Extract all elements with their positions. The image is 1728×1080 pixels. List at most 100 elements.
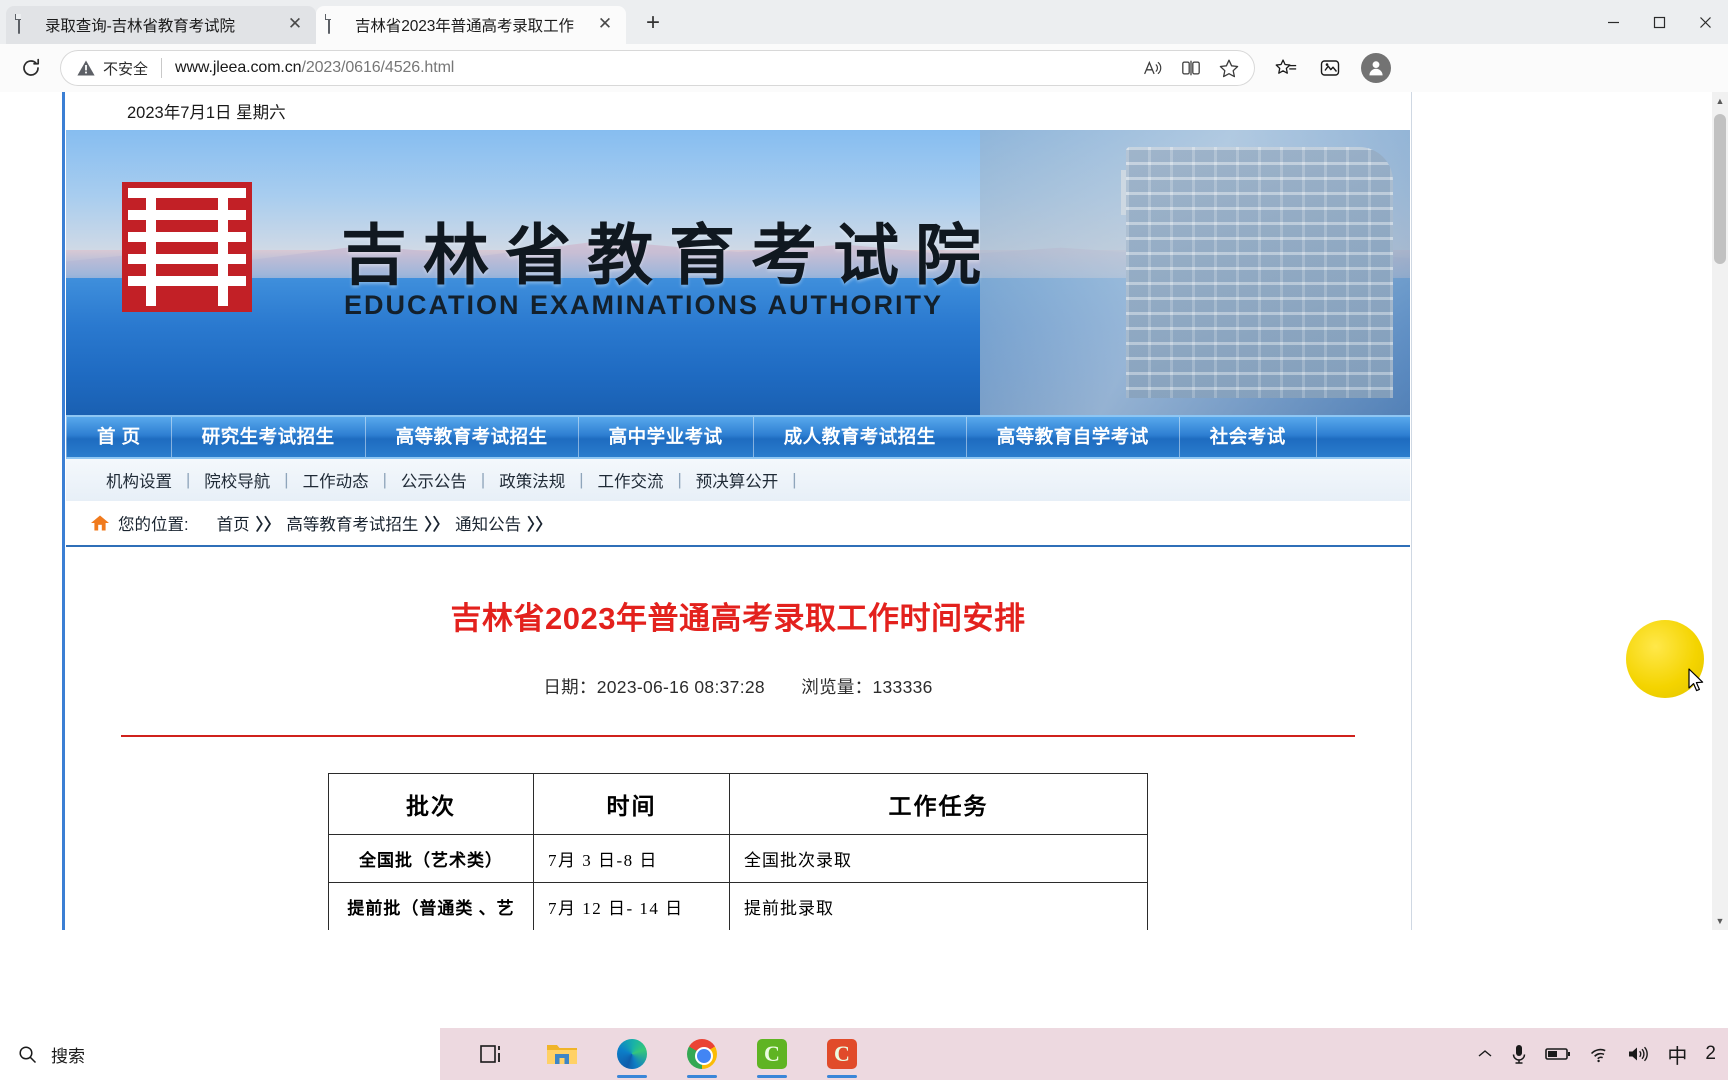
site-date-bar: 2023年7月1日 星期六 [65,92,1411,130]
chrome-icon [687,1039,717,1069]
nav-item-0[interactable]: 首 页 [66,417,172,457]
windows-taskbar: 搜索 C C 中 2 [0,1028,1728,1080]
scroll-down-arrow[interactable]: ▼ [1712,912,1728,930]
cell-task: 全国批次录取 [729,834,1148,883]
date-value: 2023-06-16 08:37:28 [596,677,765,697]
taskbar-microsoft-edge[interactable] [610,1032,654,1078]
taskbar-items: C C [470,1032,864,1078]
mic-icon[interactable] [1511,1043,1527,1065]
profile-icon[interactable] [1361,53,1391,83]
system-tray: 中 2 [1477,1040,1728,1069]
nav-item-6[interactable]: 社会考试 [1180,417,1317,457]
banner-title-cn: 吉林省教育考试院 [341,220,997,293]
page-icon [18,15,36,34]
schedule-table: 批次 时间 工作任务 全国批（艺术类） 7月 3 日-8 日 全国批次录取 提前… [328,773,1148,930]
date-label: 日期： [543,677,597,697]
cell-batch: 提前批（普通类 、艺 [328,882,534,930]
url-text: www.jleea.com.cn/2023/0616/4526.html [175,59,454,77]
task-view-icon [480,1045,500,1063]
close-tab-icon[interactable]: ✕ [592,12,618,38]
table-row: 全国批（艺术类） 7月 3 日-8 日 全国批次录取 [328,834,1148,883]
show-hidden-icons-chevron[interactable] [1477,1048,1493,1060]
cell-task: 提前批录取 [729,882,1148,930]
subnav-item-1[interactable]: 院校导航 [190,468,284,492]
volume-icon[interactable] [1627,1045,1649,1063]
ime-indicator[interactable]: 中 [1667,1040,1687,1069]
breadcrumb-item-0[interactable]: 首页 [217,511,250,535]
subnav-item-4[interactable]: 政策法规 [485,468,579,492]
current-date-text: 2023年7月1日 星期六 [127,104,286,122]
breadcrumb-item-1[interactable]: 高等教育考试招生 [286,511,418,535]
table-header-time: 时间 [533,773,730,835]
address-bar[interactable]: 不安全 www.jleea.com.cn/2023/0616/4526.html [60,50,1255,86]
scrollbar-thumb[interactable] [1714,114,1726,264]
wifi-icon[interactable] [1589,1046,1609,1063]
scroll-up-arrow[interactable]: ▲ [1712,92,1728,110]
split-screen-icon[interactable] [1173,52,1209,84]
favorites-icon[interactable] [1267,50,1305,86]
nav-item-2[interactable]: 高等教育考试招生 [366,417,579,457]
breadcrumb-label: 您的位置: [118,516,189,534]
browser-tab-2[interactable]: 吉林省2023年普通高考录取工作 ✕ [316,6,626,44]
nav-item-3[interactable]: 高中学业考试 [579,417,754,457]
collections-icon[interactable] [1311,50,1349,86]
url-host: www.jleea.com.cn [175,59,302,76]
tray-extra-indicator[interactable]: 2 [1705,1043,1716,1065]
table-header-task: 工作任务 [729,773,1148,835]
nav-item-5[interactable]: 高等教育自学考试 [967,417,1180,457]
taskbar-task-view[interactable] [470,1032,514,1076]
subnav-divider: | [792,470,797,489]
article-meta: 日期：2023-06-16 08:37:28 浏览量：133336 [121,674,1355,699]
search-icon [19,1045,37,1063]
table-header-batch: 批次 [328,773,534,835]
breadcrumb-separator: 〉〉 [424,516,450,534]
home-icon [90,514,110,532]
breadcrumb: 您的位置: 首页 〉〉 高等教育考试招生 〉〉 通知公告 〉〉 [66,501,1410,547]
close-tab-icon[interactable]: ✕ [282,12,308,38]
taskbar-file-explorer[interactable] [540,1032,584,1076]
not-secure-icon [76,58,96,78]
browser-tab-1[interactable]: 录取查询-吉林省教育考试院 ✕ [6,6,316,44]
tab-title: 吉林省2023年普通高考录取工作 [355,18,574,35]
nav-item-1[interactable]: 研究生考试招生 [172,417,366,457]
table-header-row: 批次 时间 工作任务 [328,773,1148,835]
security-status-label: 不安全 [103,60,149,78]
new-tab-button[interactable]: + [636,8,670,42]
page-scrollbar[interactable]: ▲ ▼ [1712,92,1728,930]
reload-icon[interactable] [14,51,48,85]
cell-batch: 全国批（艺术类） [328,834,534,883]
subnav-item-5[interactable]: 工作交流 [583,468,677,492]
mouse-cursor [1688,668,1706,699]
page-canvas: 2023年7月1日 星期六 吉林省教育考试院 EDUCATION EXAMINA… [0,92,1712,930]
read-aloud-icon[interactable] [1135,52,1171,84]
breadcrumb-separator: 〉〉 [255,516,281,534]
battery-icon[interactable] [1545,1046,1571,1062]
minimize-button[interactable] [1590,0,1636,44]
subnav-item-6[interactable]: 预决算公开 [682,468,793,492]
maximize-button[interactable] [1636,0,1682,44]
nav-item-4[interactable]: 成人教育考试招生 [754,417,967,457]
tab-title: 录取查询-吉林省教育考试院 [45,18,235,35]
divider [121,735,1355,737]
url-path: /2023/0616/4526.html [301,59,455,76]
taskbar-camtasia-recorder[interactable]: C [820,1032,864,1078]
main-navigation: 首 页 研究生考试招生 高等教育考试招生 高中学业考试 成人教育考试招生 高等教… [66,415,1410,459]
toolbar-right-actions [1267,50,1391,86]
subnav-item-3[interactable]: 公示公告 [387,468,481,492]
close-window-button[interactable] [1682,0,1728,44]
browser-window: 录取查询-吉林省教育考试院 ✕ 吉林省2023年普通高考录取工作 ✕ + 不安全… [0,0,1728,1080]
breadcrumb-item-2[interactable]: 通知公告 [455,511,521,535]
taskbar-camtasia[interactable]: C [750,1032,794,1078]
cell-time: 7月 12 日- 14 日 [533,882,730,930]
camtasia-icon: C [757,1039,787,1069]
page-title: 吉林省2023年普通高考录取工作时间安排 [450,601,1026,636]
taskbar-google-chrome[interactable] [680,1032,724,1078]
views-label: 浏览量： [801,677,873,697]
search-placeholder: 搜索 [51,1046,85,1066]
star-icon[interactable] [1211,52,1247,84]
subnav-item-0[interactable]: 机构设置 [92,468,186,492]
taskbar-search[interactable]: 搜索 [0,1028,440,1080]
views-value: 133336 [872,677,933,697]
tab-strip: 录取查询-吉林省教育考试院 ✕ 吉林省2023年普通高考录取工作 ✕ + [0,0,1728,44]
subnav-item-2[interactable]: 工作动态 [289,468,383,492]
